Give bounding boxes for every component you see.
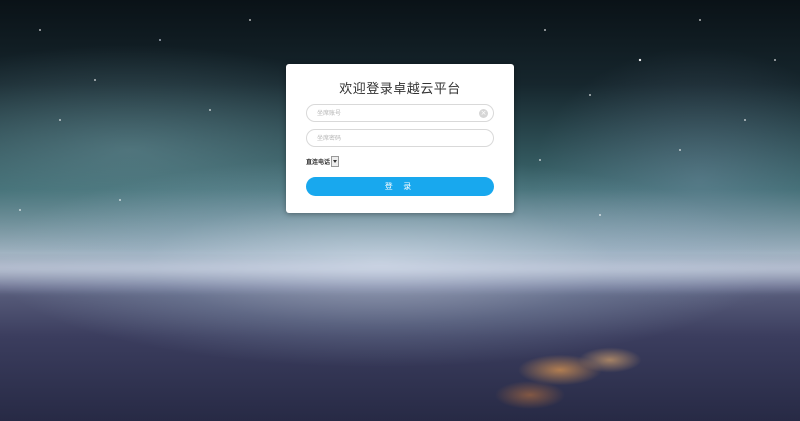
password-field[interactable] [306, 129, 494, 147]
login-button[interactable]: 登 录 [306, 177, 494, 196]
password-input[interactable] [317, 132, 477, 144]
earth-horizon-glow [0, 252, 800, 292]
cloud-cluster [480, 330, 680, 420]
line-type-selected-value: 直连电话 [306, 158, 331, 166]
clear-icon[interactable]: × [479, 109, 488, 118]
chevron-down-icon[interactable] [331, 155, 340, 167]
line-type-select[interactable]: 直连电话 [306, 155, 340, 167]
username-field[interactable]: × [306, 104, 494, 122]
login-title: 欢迎登录卓越云平台 [339, 82, 461, 97]
username-input[interactable] [317, 107, 477, 119]
login-panel: 欢迎登录卓越云平台 × 直连电话 登 录 [286, 64, 514, 213]
